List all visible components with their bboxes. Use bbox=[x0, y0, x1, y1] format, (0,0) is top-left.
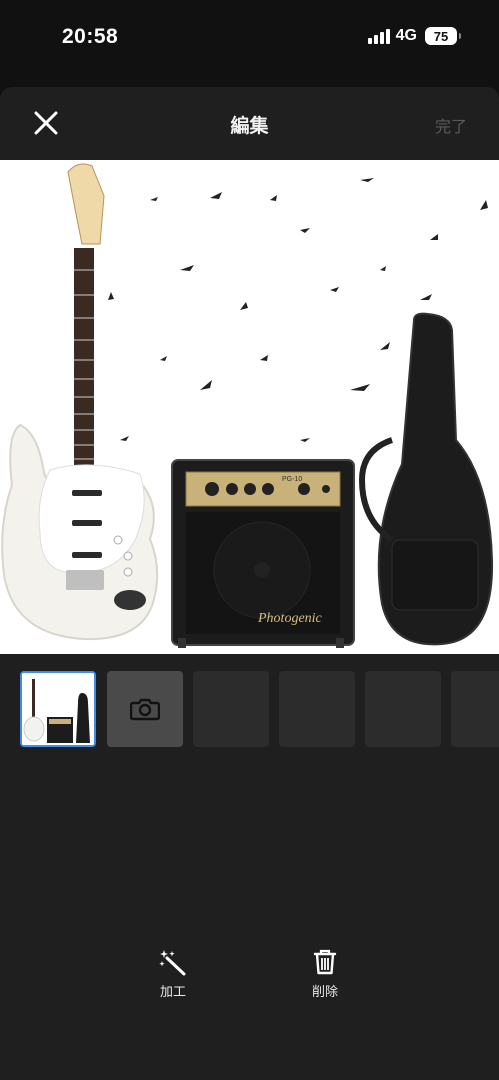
product-photo-illustration: PG-10 Photogenic bbox=[1, 163, 494, 648]
empty-photo-slot[interactable] bbox=[451, 671, 499, 747]
edit-button[interactable]: 加工 bbox=[133, 947, 213, 1000]
thumbnail-preview bbox=[22, 673, 94, 745]
edit-label: 加工 bbox=[159, 984, 186, 999]
done-button[interactable]: 完了 bbox=[435, 113, 467, 137]
gig-bag-illustration bbox=[358, 312, 494, 646]
thumbnail-strip bbox=[0, 671, 499, 749]
delete-label: 削除 bbox=[311, 984, 338, 999]
status-bar: 20:58 4G 75 bbox=[0, 0, 499, 75]
empty-photo-slot[interactable] bbox=[279, 671, 355, 747]
add-photo-button[interactable] bbox=[107, 671, 183, 747]
battery-level: 75 bbox=[433, 28, 449, 44]
amp-model: PG-10 bbox=[282, 476, 302, 483]
edit-sheet: 編集 完了 PG-10 Photogenic 加工 削除 bbox=[0, 87, 499, 1080]
status-time: 20:58 bbox=[62, 25, 119, 48]
status-indicators: 4G 75 bbox=[367, 27, 461, 45]
guitar-illustration bbox=[1, 163, 159, 641]
thumbnail-selected-photo[interactable] bbox=[20, 671, 96, 747]
empty-photo-slot[interactable] bbox=[193, 671, 269, 747]
signal-icon bbox=[367, 28, 390, 44]
camera-icon bbox=[130, 698, 160, 721]
amp-illustration: PG-10 Photogenic bbox=[171, 459, 355, 648]
empty-photo-slot[interactable] bbox=[365, 671, 441, 747]
header: 編集 完了 bbox=[0, 87, 499, 160]
amp-brand: Photogenic bbox=[257, 611, 323, 626]
battery-icon: 75 bbox=[425, 27, 461, 45]
trash-icon bbox=[313, 949, 337, 975]
network-type: 4G bbox=[395, 27, 417, 44]
delete-button[interactable]: 削除 bbox=[285, 947, 365, 1000]
main-photo[interactable]: PG-10 Photogenic bbox=[0, 160, 499, 654]
page-title: 編集 bbox=[230, 116, 269, 137]
magic-wand-icon bbox=[159, 950, 186, 976]
bottom-actions: 加工 削除 bbox=[0, 947, 499, 1007]
